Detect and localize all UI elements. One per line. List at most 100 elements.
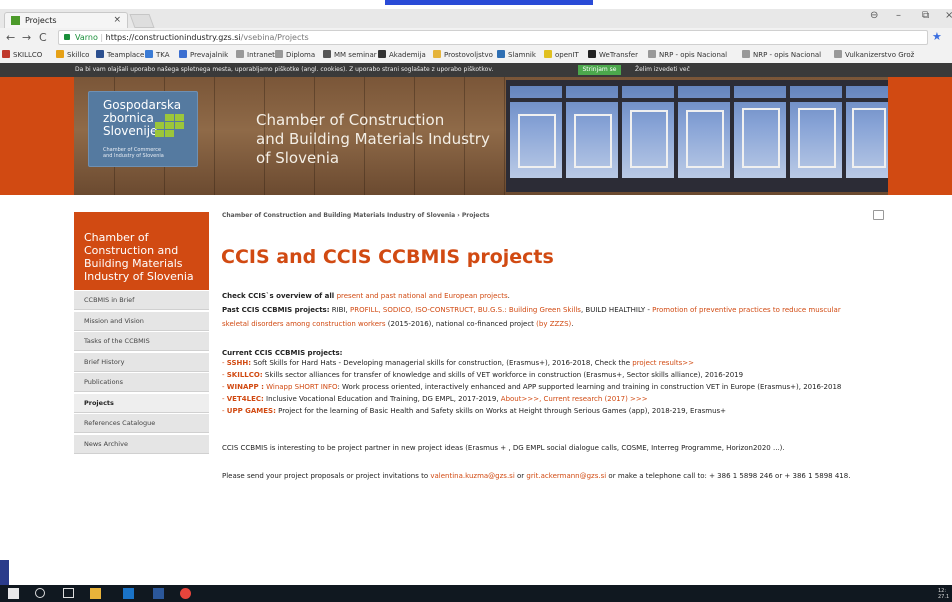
task-view-icon[interactable] bbox=[63, 588, 74, 598]
zzzs-link[interactable]: (by ZZZS) bbox=[536, 320, 571, 328]
past-projects-links[interactable]: PROFILL, SODICO, ISO-CONSTRUCT, BU.G.S.:… bbox=[350, 306, 581, 314]
bookmark-13[interactable]: NRP - opis Nacional bbox=[648, 50, 727, 59]
bookmark-3[interactable]: TKA bbox=[145, 50, 170, 59]
maximize-button[interactable]: ⧉ bbox=[922, 10, 929, 21]
bookmark-10[interactable]: Slamnik bbox=[497, 50, 536, 59]
page-top-link-underline bbox=[385, 4, 593, 5]
bookmark-9[interactable]: Prostovoljstvo bbox=[433, 50, 493, 59]
project-name-link[interactable]: UPP GAMES: bbox=[227, 407, 276, 415]
bookmark-favicon-icon bbox=[834, 50, 842, 58]
bookmark-favicon-icon bbox=[588, 50, 596, 58]
project-description: Soft Skills for Hard Hats - Developing m… bbox=[251, 359, 633, 367]
bookmark-4[interactable]: Prevajalnik bbox=[179, 50, 228, 59]
current-project-item: - SSHH: Soft Skills for Hard Hats - Deve… bbox=[222, 359, 694, 367]
bookmark-favicon-icon bbox=[497, 50, 505, 58]
sidebar-item-mission-and-vision[interactable]: Mission and Vision bbox=[74, 311, 209, 331]
windows-start-icon[interactable] bbox=[8, 588, 19, 599]
build-healthily-link-2[interactable]: skeletal disorders among construction wo… bbox=[222, 320, 386, 328]
project-link[interactable]: About>>>, Current research (2017) >>> bbox=[501, 395, 648, 403]
bookmark-label: Akademija bbox=[389, 51, 426, 59]
minimize-button[interactable]: – bbox=[896, 10, 901, 21]
current-project-item: - SKILLCO: Skills sector alliances for t… bbox=[222, 371, 744, 379]
header-title-line-1: Chamber of Construction bbox=[256, 111, 445, 129]
chrome-icon[interactable] bbox=[180, 588, 191, 599]
sidebar-item-ccbmis-in-brief[interactable]: CCBMIS in Brief bbox=[74, 291, 209, 310]
bookmark-favicon-icon bbox=[275, 50, 283, 58]
build-healthily-link[interactable]: Promotion of preventive practices to red… bbox=[652, 306, 841, 314]
close-window-button[interactable]: × bbox=[945, 10, 952, 21]
cookie-accept-button[interactable]: Strinjam se bbox=[578, 65, 621, 75]
outlook-icon[interactable] bbox=[123, 588, 134, 599]
project-link[interactable]: project results>> bbox=[632, 359, 694, 367]
header-title-line-2: and Building Materials Industry bbox=[256, 130, 490, 148]
cookie-more-link[interactable]: Želim izvedeti več bbox=[635, 66, 690, 73]
email-link-2[interactable]: grit.ackermann@gzs.si bbox=[526, 472, 606, 480]
bookmark-5[interactable]: Intranet bbox=[236, 50, 275, 59]
bookmark-label: Prostovoljstvo bbox=[444, 51, 493, 59]
address-bar[interactable]: Varno | https://constructionindustry.gzs… bbox=[58, 30, 928, 45]
bookmark-label: Slamnik bbox=[508, 51, 536, 59]
bookmark-label: Vulkanizerstvo Grož bbox=[845, 51, 915, 59]
bookmark-favicon-icon bbox=[648, 50, 656, 58]
new-tab-button[interactable] bbox=[129, 14, 155, 28]
bookmark-14[interactable]: NRP - opis Nacional bbox=[742, 50, 821, 59]
back-button[interactable]: ← bbox=[6, 31, 15, 44]
email-link-1[interactable]: valentina.kuzma@gzs.si bbox=[430, 472, 514, 480]
bookmark-0[interactable]: SKILLCO bbox=[2, 50, 42, 59]
sidebar-item-tasks-of-the-ccbmis[interactable]: Tasks of the CCBMIS bbox=[74, 332, 209, 351]
url-host: https://constructionindustry.gzs.si bbox=[105, 33, 241, 42]
logo-line-3: Slovenije bbox=[103, 124, 158, 138]
sidebar-item-projects[interactable]: Projects bbox=[74, 393, 209, 413]
breadcrumb[interactable]: Chamber of Construction and Building Mat… bbox=[222, 212, 489, 219]
sidebar-heading-text: Chamber of Construction and Building Mat… bbox=[84, 231, 194, 283]
tab-projects[interactable]: Projects × bbox=[4, 12, 128, 28]
check-overview-line: Check CCIS`s overview of all present and… bbox=[222, 292, 510, 300]
project-name-link[interactable]: WINAPP : bbox=[227, 383, 264, 391]
forward-button[interactable]: → bbox=[22, 31, 31, 44]
taskbar-clock[interactable]: 12: 27.1 bbox=[938, 588, 949, 600]
bookmark-favicon-icon bbox=[323, 50, 331, 58]
bookmark-8[interactable]: Akademija bbox=[378, 50, 426, 59]
bookmark-11[interactable]: openIT bbox=[544, 50, 579, 59]
project-link[interactable]: Winapp SHORT INFO bbox=[266, 383, 337, 391]
os-taskbar: 12: 27.1 bbox=[0, 585, 952, 602]
gzs-logo[interactable]: Gospodarska zbornica Slovenije Chamber o… bbox=[88, 91, 198, 167]
send-proposals-line: Please send your project proposals or pr… bbox=[222, 472, 851, 480]
past-projects-label: Past CCIS CCBMIS projects: bbox=[222, 306, 330, 314]
url-path: /vsebina/Projects bbox=[240, 33, 309, 42]
header-title-line-3: of Slovenia bbox=[256, 149, 340, 167]
bookmark-7[interactable]: MM seminar bbox=[323, 50, 377, 59]
search-icon[interactable] bbox=[35, 588, 45, 598]
bookmark-label: Diploma bbox=[286, 51, 316, 59]
sidebar-item-news-archive[interactable]: News Archive bbox=[74, 434, 209, 454]
bookmark-15[interactable]: Vulkanizerstvo Grož bbox=[834, 50, 914, 59]
bookmark-label: TKA bbox=[156, 51, 170, 59]
partner-text: CCIS CCBMIS is interesting to be project… bbox=[222, 444, 785, 452]
project-name-link[interactable]: SSHH: bbox=[227, 359, 251, 367]
overview-link[interactable]: present and past national and European p… bbox=[337, 292, 508, 300]
cookie-text: Da bi vam olajšali uporabo našega spletn… bbox=[75, 66, 494, 73]
bookmark-12[interactable]: WeTransfer bbox=[588, 50, 638, 59]
bookmark-label: SKILLCO bbox=[13, 51, 43, 59]
project-description: Skills sector alliances for transfer of … bbox=[262, 371, 744, 379]
reload-button[interactable]: C bbox=[39, 31, 47, 44]
sidebar-item-brief-history[interactable]: Brief History bbox=[74, 352, 209, 372]
project-description-tail: : Work process oriented, interactively e… bbox=[337, 383, 842, 391]
project-name-link[interactable]: SKILLCO: bbox=[227, 371, 263, 379]
word-icon[interactable] bbox=[153, 588, 164, 599]
sidebar-item-references-catalogue[interactable]: References Catalogue bbox=[74, 414, 209, 433]
bookmark-star-icon[interactable]: ★ bbox=[932, 30, 942, 43]
logo-mark-icon bbox=[165, 114, 174, 121]
tab-close-icon[interactable]: × bbox=[113, 13, 121, 28]
bookmark-6[interactable]: Diploma bbox=[275, 50, 315, 59]
account-icon[interactable]: ⊖ bbox=[870, 10, 878, 21]
project-name-link[interactable]: VET4LEC: bbox=[227, 395, 264, 403]
bookmark-2[interactable]: Teamplace bbox=[96, 50, 144, 59]
logo-small-line-2: and Industry of Slovenia bbox=[103, 153, 164, 159]
project-description: Project for the learning of Basic Health… bbox=[275, 407, 727, 415]
bookmark-label: WeTransfer bbox=[599, 51, 638, 59]
print-icon[interactable] bbox=[873, 210, 884, 220]
file-explorer-icon[interactable] bbox=[90, 588, 101, 599]
sidebar-item-publications[interactable]: Publications bbox=[74, 373, 209, 392]
bookmark-1[interactable]: Skillco bbox=[56, 50, 89, 59]
